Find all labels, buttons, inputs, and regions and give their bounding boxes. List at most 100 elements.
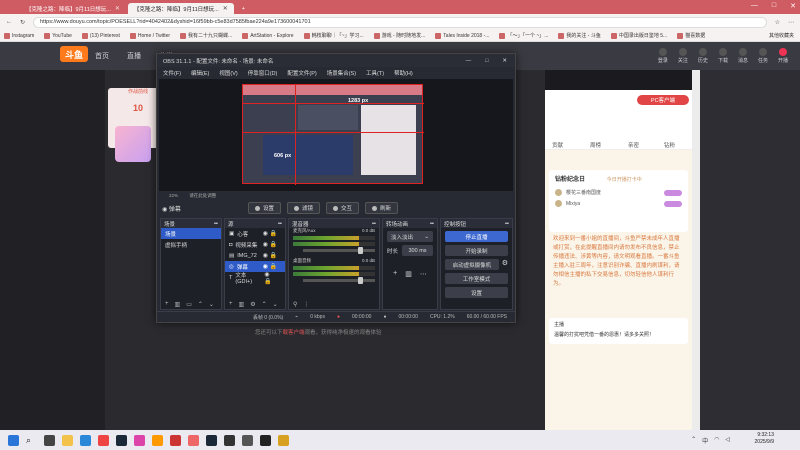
dock-menu-icon[interactable]: ▪▪ (430, 221, 434, 227)
source-item[interactable]: ▤ IMG_72 ◉ 🔒 (225, 250, 285, 261)
broadcast-button[interactable]: 开播 (778, 48, 788, 64)
zoom-level[interactable]: 22% (169, 193, 178, 198)
new-tab-button[interactable]: + (236, 3, 251, 14)
app-icon[interactable] (98, 434, 109, 446)
add-icon[interactable]: + (229, 301, 233, 307)
transition-select[interactable]: 淡入淡出 ⌄ (387, 231, 433, 242)
pc-client-button[interactable]: PC客户端 (637, 95, 689, 105)
maximize-button[interactable]: □ (772, 2, 776, 10)
app-icon[interactable] (134, 434, 145, 446)
menu-profile[interactable]: 配置文件(P) (287, 69, 316, 77)
download-button[interactable]: 下载 (718, 48, 728, 64)
source-item[interactable]: ◘ 视频采集 ◉ 🔒 (225, 239, 285, 250)
up-icon[interactable]: ⌃ (262, 301, 267, 308)
menu-tools[interactable]: 工具(T) (366, 69, 384, 77)
bookmark[interactable]: 中国录出版日鉴地 5... (610, 32, 667, 39)
eye-icon[interactable]: ◉ 🔒 (264, 271, 277, 285)
menu-scene-collection[interactable]: 场景集合(S) (327, 69, 356, 77)
start-recording-button[interactable]: 开始录制 (445, 245, 508, 256)
filters-button[interactable]: 滤镜 (287, 202, 321, 214)
bookmark[interactable]: 游戏 - 随时随地发... (373, 32, 425, 39)
slider-handle[interactable] (358, 247, 363, 254)
volume-icon[interactable]: ◁ (725, 436, 730, 445)
link-icon[interactable]: ⚲ (293, 301, 297, 308)
back-icon[interactable]: ← (6, 19, 12, 25)
other-bookmarks[interactable]: 其他收藏夹 (769, 32, 794, 39)
address-bar[interactable]: https://www.douyu.com/topic/POESELL?rid=… (33, 16, 767, 28)
nav-home[interactable]: 首页 (95, 51, 109, 61)
close-icon[interactable]: ✕ (223, 5, 228, 12)
add-icon[interactable]: + (165, 301, 169, 307)
interact-button[interactable]: 交互 (326, 202, 360, 214)
bookmark[interactable]: 我的关注 - 斗鱼 (558, 32, 601, 39)
dock-menu-icon[interactable]: ▪▪ (505, 221, 509, 227)
gear-icon[interactable]: ⚙ (502, 259, 508, 270)
wifi-icon[interactable]: ◠ (714, 436, 719, 445)
minimize-button[interactable]: — (466, 58, 472, 64)
eye-icon[interactable]: ◉ 🔒 (263, 230, 277, 237)
refresh-icon[interactable]: ↻ (20, 19, 25, 26)
chevron-up-icon[interactable]: ⌃ (691, 436, 696, 445)
start-virtual-camera-button[interactable]: 启动虚拟摄像机 (445, 259, 499, 270)
down-icon[interactable]: ⌄ (273, 301, 278, 308)
message-button[interactable]: 消息 (738, 48, 748, 64)
dock-menu-icon[interactable]: ▪▪ (278, 221, 282, 227)
volume-slider[interactable] (303, 277, 375, 284)
edge-icon[interactable] (80, 434, 91, 446)
duration-input[interactable]: 300 ms (402, 245, 433, 256)
more-icon[interactable]: ⋮ (303, 301, 309, 308)
more-icon[interactable]: ⋯ (420, 270, 427, 278)
task-view-icon[interactable] (44, 434, 55, 446)
refresh-button[interactable]: 刷新 (365, 202, 399, 214)
volume-slider[interactable] (303, 247, 375, 254)
windows-start-icon[interactable] (8, 434, 19, 446)
trash-icon[interactable]: ▥ (175, 301, 181, 308)
nav-live[interactable]: 直播 (127, 51, 141, 61)
slider-handle[interactable] (358, 277, 363, 284)
search-icon[interactable]: ⌕ (26, 435, 37, 446)
bookmark[interactable]: YouTube (44, 32, 72, 39)
bookmark[interactable]: 猫喜数据 (677, 32, 705, 39)
client-download-link[interactable]: 载客户端 (283, 330, 305, 336)
dock-menu-icon[interactable]: ▪▪ (372, 221, 376, 227)
scrollbar[interactable] (692, 70, 700, 430)
close-window-button[interactable]: ✕ (502, 58, 507, 64)
studio-mode-button[interactable]: 工作室模式 (445, 273, 508, 284)
menu-file[interactable]: 文件(F) (163, 69, 181, 77)
anchor-avatar[interactable] (115, 126, 151, 162)
menu-icon[interactable]: ⋯ (788, 19, 794, 26)
bookmark[interactable]: ArtStation - Explore (242, 32, 294, 39)
input-language[interactable]: 中 (702, 436, 708, 445)
app-icon[interactable] (260, 434, 271, 446)
close-icon[interactable]: ✕ (115, 5, 120, 12)
rank-row[interactable]: 樱花三番南国度 (549, 187, 688, 198)
app-icon[interactable] (242, 434, 253, 446)
app-icon[interactable] (152, 434, 163, 446)
settings-button[interactable]: 设置 (248, 202, 282, 214)
app-icon[interactable] (278, 434, 289, 446)
filter-icon[interactable]: ▭ (186, 301, 192, 308)
gear-icon[interactable]: ⚙ (250, 301, 255, 308)
settings-button[interactable]: 设置 (445, 287, 508, 298)
eye-icon[interactable]: ◉ 🔒 (263, 263, 277, 270)
bookmark[interactable]: 我有二十九只蝴蝶... (180, 32, 232, 39)
source-item[interactable]: T 文本 (GDI+) ◉ 🔒 (225, 271, 285, 285)
stop-streaming-button[interactable]: 停止直播 (445, 231, 508, 242)
task-button[interactable]: 任务 (758, 48, 768, 64)
tab-weekly[interactable]: 周榜 (590, 141, 601, 149)
app-icon[interactable] (170, 434, 181, 446)
minimize-button[interactable]: — (751, 2, 758, 10)
tab-diamond-fans[interactable]: 钻粉 (664, 141, 675, 149)
tab-contribution[interactable]: 贡献 (552, 141, 563, 149)
menu-edit[interactable]: 编辑(E) (191, 69, 209, 77)
tab-intimacy[interactable]: 亲密 (628, 141, 639, 149)
menu-docks[interactable]: 停靠窗口(D) (248, 69, 278, 77)
steam-icon[interactable] (116, 434, 127, 446)
bookmark[interactable]: Home / Twitter (129, 32, 170, 39)
down-icon[interactable]: ⌄ (209, 301, 214, 308)
rank-row[interactable]: Mixiya (549, 198, 688, 209)
history-button[interactable]: 历史 (698, 48, 708, 64)
add-icon[interactable]: + (393, 270, 397, 278)
source-item[interactable]: ▣ 心客 ◉ 🔒 (225, 228, 285, 239)
bookmark[interactable]: Tales Inside 2018 -... (435, 32, 489, 39)
